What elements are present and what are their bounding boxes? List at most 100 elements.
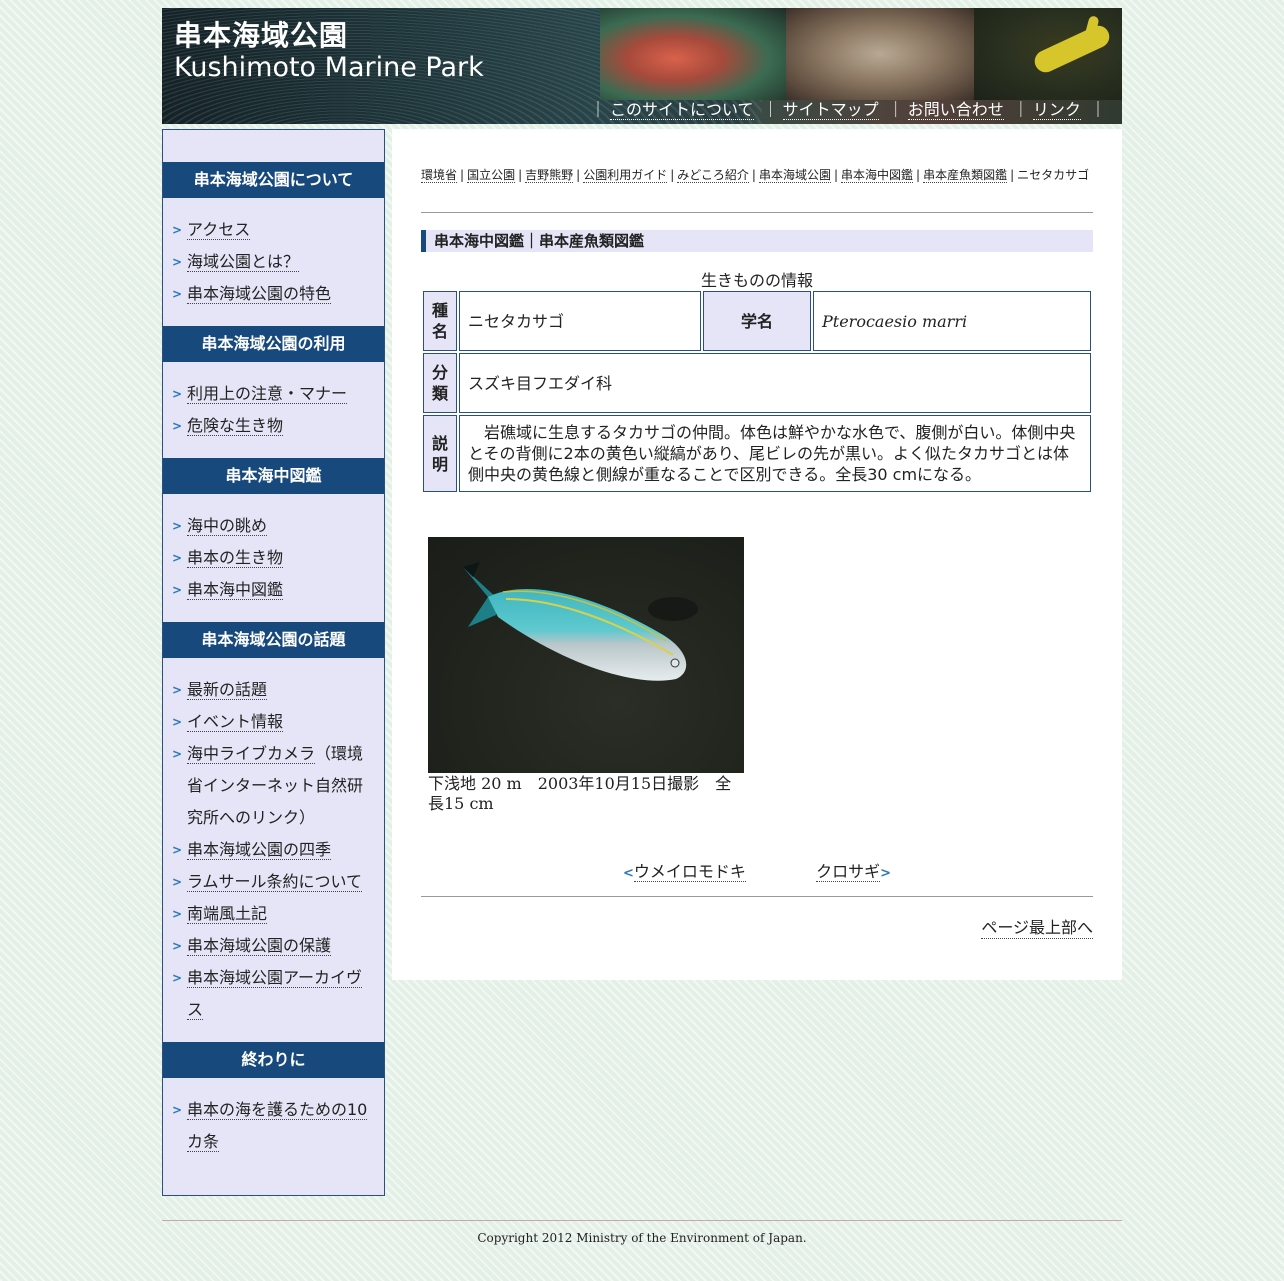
breadcrumb-separator: |: [460, 168, 465, 182]
sidebar-heading-encyclopedia: 串本海中図鑑: [163, 458, 384, 494]
site-title-ja[interactable]: 串本海域公園: [174, 14, 348, 54]
sidebar-item-features: > 串本海域公園の特色: [163, 278, 376, 310]
sidebar-link-underwater-view[interactable]: 海中の眺め: [187, 516, 268, 536]
sidebar-heading-about: 串本海域公園について: [163, 162, 384, 198]
chevron-right-icon: >: [172, 747, 183, 761]
nav-separator: ｜: [1089, 100, 1106, 119]
nav-sitemap-link[interactable]: サイトマップ: [782, 100, 879, 120]
chevron-right-icon: >: [172, 875, 183, 889]
species-value: ニセタカサゴ: [459, 291, 701, 351]
sidebar-list-topics: > 最新の話題 > イベント情報 > 海中ライブカメラ（環境省インターネット自然研究所…: [163, 658, 384, 1042]
breadcrumb-link-usage-guide[interactable]: 公園利用ガイド: [583, 168, 668, 183]
sidebar-item-manners: > 利用上の注意・マナー: [163, 378, 376, 410]
chevron-right-icon: >: [172, 287, 183, 301]
species-label: 種名: [423, 291, 457, 351]
sidebar-link-features[interactable]: 串本海域公園の特色: [187, 284, 332, 304]
sidebar-item-live-camera: > 海中ライブカメラ（環境省インターネット自然研究所へのリンク）: [163, 738, 376, 834]
sidebar-link-what-is-marine-park[interactable]: 海域公園とは？: [187, 252, 300, 272]
chevron-right-icon: >: [172, 419, 183, 433]
site-title-en[interactable]: Kushimoto Marine Park: [174, 52, 484, 83]
fish-photo: [428, 537, 744, 773]
sidebar-heading-topics: 串本海域公園の話題: [163, 622, 384, 658]
sidebar-item-latest-topics: > 最新の話題: [163, 674, 376, 706]
sidebar-link-dangerous-creatures[interactable]: 危険な生き物: [187, 416, 284, 436]
sidebar-list-usage: > 利用上の注意・マナー > 危険な生き物: [163, 362, 384, 458]
table-row: 種名 ニセタカサゴ 学名 Pterocaesio marri: [423, 291, 1091, 351]
sidebar-link-creatures[interactable]: 串本の生き物: [187, 548, 284, 568]
nav-contact-link[interactable]: お問い合わせ: [907, 100, 1004, 120]
nav-separator: ｜: [887, 100, 904, 119]
species-pager: <ウメイロモドキ クロサギ>: [421, 858, 1093, 882]
sidebar-item-creatures: > 串本の生き物: [163, 542, 376, 574]
sidebar-item-fudoki: > 南端風土記: [163, 898, 376, 930]
scientific-name-label: 学名: [703, 291, 811, 351]
sidebar-list-about: > アクセス > 海域公園とは？ > 串本海域公園の特色: [163, 198, 384, 326]
back-to-top-link[interactable]: ページ最上部へ: [981, 914, 1093, 939]
chevron-right-icon: >: [172, 583, 183, 597]
sidebar-item-ten-rules: > 串本の海を護るための10カ条: [163, 1094, 376, 1158]
fish-illustration: [463, 562, 698, 681]
chevron-right-icon: >: [172, 255, 183, 269]
sidebar-item-events: > イベント情報: [163, 706, 376, 738]
site-header: 串本海域公園 Kushimoto Marine Park ｜このサイトについて …: [162, 8, 1122, 124]
breadcrumb-link-marine-park[interactable]: 串本海域公園: [758, 168, 831, 183]
sidebar-item-archives: > 串本海域公園アーカイヴス: [163, 962, 376, 1026]
sidebar-link-archives[interactable]: 串本海域公園アーカイヴス: [187, 968, 363, 1020]
breadcrumb-link-fish-encyclopedia[interactable]: 串本産魚類図鑑: [923, 168, 1008, 183]
sidebar-top-spacer: [163, 130, 384, 162]
chevron-right-icon: >: [172, 907, 183, 921]
fish-eye: [670, 658, 680, 668]
sidebar-list-encyclopedia: > 海中の眺め > 串本の生き物 > 串本海中図鑑: [163, 494, 384, 622]
sidebar-link-fudoki[interactable]: 南端風土記: [187, 904, 268, 924]
sidebar-heading-usage: 串本海域公園の利用: [163, 326, 384, 362]
sidebar-heading-closing: 終わりに: [163, 1042, 384, 1078]
sidebar-item-underwater-view: > 海中の眺め: [163, 510, 376, 542]
section-title: 串本海中図鑑｜串本産魚類図鑑: [421, 230, 1093, 252]
chevron-right-icon: >: [172, 519, 183, 533]
breadcrumb-link-moe[interactable]: 環境省: [421, 168, 458, 183]
sidebar-link-latest-topics[interactable]: 最新の話題: [187, 680, 268, 700]
copyright: Copyright 2012 Ministry of the Environme…: [477, 1231, 807, 1245]
chevron-right-icon: >: [172, 223, 183, 237]
breadcrumb-current: ニセタカサゴ: [1017, 168, 1090, 182]
nav-about-site-link[interactable]: このサイトについて: [609, 100, 754, 120]
sidebar-link-ten-rules[interactable]: 串本の海を護るための10カ条: [187, 1100, 368, 1152]
species-info-table: 種名 ニセタカサゴ 学名 Pterocaesio marri 分類 スズキ目フエ…: [421, 289, 1093, 494]
sidebar-list-closing: > 串本の海を護るための10カ条: [163, 1078, 384, 1174]
sidebar-link-access[interactable]: アクセス: [187, 220, 251, 240]
nav-links-link[interactable]: リンク: [1032, 100, 1081, 120]
breadcrumb-link-highlights[interactable]: みどころ紹介: [677, 168, 749, 183]
sidebar-link-events[interactable]: イベント情報: [187, 712, 284, 732]
sidebar-item-conservation: > 串本海域公園の保護: [163, 930, 376, 962]
sidebar-link-encyclopedia[interactable]: 串本海中図鑑: [187, 580, 284, 600]
sidebar-link-four-seasons[interactable]: 串本海域公園の四季: [187, 840, 332, 860]
breadcrumb-link-national-parks[interactable]: 国立公園: [467, 168, 516, 183]
footer-divider: [162, 1220, 1122, 1221]
sidebar-item-ramsar: > ラムサール条約について: [163, 866, 376, 898]
divider: [421, 212, 1093, 213]
classification-label: 分類: [423, 353, 457, 413]
chevron-right-icon: >: [172, 387, 183, 401]
breadcrumb-link-yoshino-kumano[interactable]: 吉野熊野: [525, 168, 574, 183]
breadcrumb-link-underwater-encyclopedia[interactable]: 串本海中図鑑: [841, 168, 914, 183]
chevron-left-icon: <: [622, 866, 634, 881]
header-photo-scorpionfish: [786, 8, 974, 100]
sidebar-link-conservation[interactable]: 串本海域公園の保護: [187, 936, 332, 956]
photo-caption: 下浅地 20 m 2003年10月15日撮影 全長15 cm: [428, 774, 732, 813]
sidebar-item-encyclopedia: > 串本海中図鑑: [163, 574, 376, 606]
next-species-link[interactable]: クロサギ: [816, 862, 881, 882]
description-label: 説明: [423, 415, 457, 492]
breadcrumb-separator: |: [751, 168, 756, 182]
chevron-right-icon: >: [880, 866, 892, 881]
nav-separator: ｜: [1012, 100, 1029, 119]
main-content: 環境省 | 国立公園 | 吉野熊野 | 公園利用ガイド | みどころ紹介 | 串本海域公園 | 串本海中…: [392, 129, 1122, 980]
chevron-right-icon: >: [172, 1103, 183, 1117]
sidebar-item-access: > アクセス: [163, 214, 376, 246]
sidebar-link-manners[interactable]: 利用上の注意・マナー: [187, 384, 348, 404]
table-caption: 生きものの情報: [700, 271, 813, 290]
sidebar-link-ramsar[interactable]: ラムサール条約について: [187, 872, 363, 892]
sidebar-link-live-camera[interactable]: 海中ライブカメラ: [187, 744, 316, 764]
prev-species-link[interactable]: ウメイロモドキ: [633, 862, 746, 882]
breadcrumb: 環境省 | 国立公園 | 吉野熊野 | 公園利用ガイド | みどころ紹介 | 串本海域公園 | 串本海中…: [421, 167, 1093, 183]
table-row: 分類 スズキ目フエダイ科: [423, 353, 1091, 413]
